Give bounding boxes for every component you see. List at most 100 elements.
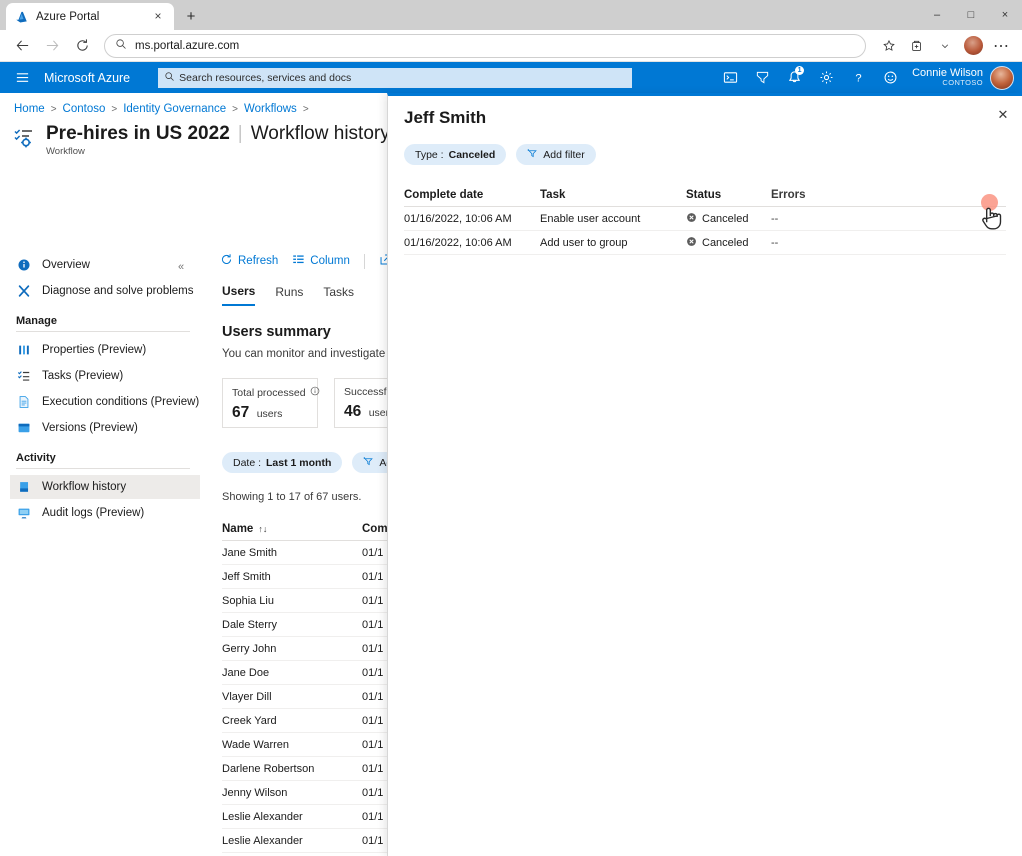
filter-add-icon: [363, 456, 374, 470]
column-header-status[interactable]: Status: [686, 189, 771, 201]
table-row[interactable]: 01/16/2022, 10:06 AMAdd user to groupCan…: [404, 231, 1006, 255]
sidebar-item-diagnose[interactable]: Diagnose and solve problems: [10, 279, 200, 303]
new-tab-button[interactable]: +: [178, 3, 204, 29]
azure-header: Microsoft Azure Search resources, servic…: [0, 62, 1022, 93]
card-unit: users: [257, 408, 283, 420]
panel-add-filter-button[interactable]: Add filter: [516, 144, 595, 165]
cell-complete-date: 01/16/2022, 10:06 AM: [404, 237, 540, 249]
breadcrumb-separator: >: [232, 104, 238, 115]
cloud-shell-icon[interactable]: [714, 62, 746, 93]
sidebar-item-label: Execution conditions (Preview): [42, 396, 199, 408]
close-icon[interactable]: ✕: [994, 106, 1012, 124]
cell-errors: --: [771, 213, 851, 225]
breadcrumb-item-workflows[interactable]: Workflows: [244, 103, 297, 115]
settings-gear-icon[interactable]: [810, 62, 842, 93]
cell-name: Dale Sterry: [222, 619, 362, 631]
sidebar-item-tasks[interactable]: Tasks (Preview): [10, 364, 200, 388]
canceled-icon: [686, 212, 697, 226]
audit-monitor-icon: [16, 505, 32, 521]
sidebar-item-label: Properties (Preview): [42, 344, 146, 356]
breadcrumb-item-identity-governance[interactable]: Identity Governance: [123, 103, 226, 115]
cell-name: Vlayer Dill: [222, 691, 362, 703]
sidebar-item-execution-conditions[interactable]: Execution conditions (Preview): [10, 390, 200, 414]
versions-window-icon: [16, 420, 32, 436]
browser-tab-close-icon[interactable]: ×: [150, 9, 166, 25]
reload-icon[interactable]: [68, 33, 96, 59]
info-circle-icon[interactable]: [310, 386, 320, 399]
command-separator: [364, 254, 365, 269]
azure-brand[interactable]: Microsoft Azure: [44, 71, 130, 85]
cell-errors: --: [771, 237, 851, 249]
window-maximize-icon[interactable]: □: [954, 0, 988, 30]
filter-add-icon: [527, 148, 538, 162]
address-bar-value: ms.portal.azure.com: [135, 40, 239, 52]
tab-tasks[interactable]: Tasks: [323, 285, 354, 305]
address-bar[interactable]: ms.portal.azure.com: [104, 34, 866, 58]
column-header-errors[interactable]: Errors: [771, 189, 851, 201]
table-row[interactable]: 01/16/2022, 10:06 AMEnable user accountC…: [404, 207, 1006, 231]
cell-name: Jane Smith: [222, 547, 362, 559]
sidebar-item-label: Workflow history: [42, 481, 126, 493]
window-close-icon[interactable]: ×: [988, 0, 1022, 30]
page-subtitle-main: Workflow history: [251, 123, 390, 145]
sidebar-divider: [16, 468, 190, 469]
sidebar-item-overview[interactable]: Overview: [10, 253, 200, 277]
cell-name: Creek Yard: [222, 715, 362, 727]
sidebar-item-versions[interactable]: Versions (Preview): [10, 416, 200, 440]
azure-search-input[interactable]: Search resources, services and docs: [158, 68, 632, 88]
cell-task: Enable user account: [540, 213, 686, 225]
cell-name: Gerry John: [222, 643, 362, 655]
breadcrumb-item-home[interactable]: Home: [14, 103, 45, 115]
filter-type-pill[interactable]: Type : Canceled: [404, 144, 506, 165]
sidebar-item-workflow-history[interactable]: Workflow history: [10, 475, 200, 499]
hamburger-icon[interactable]: [10, 66, 34, 90]
column-button[interactable]: Column: [292, 253, 350, 269]
back-icon[interactable]: [8, 33, 36, 59]
favorites-star-icon[interactable]: [876, 34, 902, 58]
user-menu[interactable]: Connie Wilson CONTOSO: [906, 62, 1022, 93]
column-header-complete-date[interactable]: Complete date: [404, 189, 540, 201]
chevron-down-icon[interactable]: [932, 34, 958, 58]
browser-profile-avatar[interactable]: [960, 34, 986, 58]
sort-icon[interactable]: ↑↓: [258, 524, 267, 534]
sidebar-item-label: Versions (Preview): [42, 422, 138, 434]
sidebar-item-label: Overview: [42, 259, 90, 271]
filter-prefix: Date :: [233, 457, 261, 469]
column-header-name[interactable]: Name ↑↓: [222, 523, 362, 535]
breadcrumb-item-contoso[interactable]: Contoso: [63, 103, 106, 115]
sidebar-collapse-button[interactable]: «: [178, 261, 184, 273]
notifications-badge: 1: [795, 66, 804, 75]
refresh-button[interactable]: Refresh: [220, 253, 278, 269]
feedback-smiley-icon[interactable]: [874, 62, 906, 93]
panel-title: Jeff Smith: [388, 96, 1022, 128]
tab-users[interactable]: Users: [222, 284, 255, 306]
refresh-label: Refresh: [238, 255, 278, 267]
column-label: Column: [310, 255, 350, 267]
sidebar-item-properties[interactable]: Properties (Preview): [10, 338, 200, 362]
browser-more-icon[interactable]: ⋯: [988, 34, 1014, 58]
panel-table-header-row: Complete date Task Status Errors: [404, 183, 1006, 207]
sidebar-item-audit-logs[interactable]: Audit logs (Preview): [10, 501, 200, 525]
help-question-icon[interactable]: ?: [842, 62, 874, 93]
tab-runs[interactable]: Runs: [275, 285, 303, 305]
azure-logo-icon: [14, 9, 29, 24]
card-value: 46: [344, 403, 361, 420]
column-header-label: Name: [222, 523, 253, 535]
user-detail-panel: Jeff Smith ✕ Type : Canceled Add filter …: [387, 93, 1022, 856]
properties-bars-icon: [16, 342, 32, 358]
column-header-task[interactable]: Task: [540, 189, 686, 201]
window-minimize-icon[interactable]: –: [920, 0, 954, 30]
browser-tab[interactable]: Azure Portal ×: [6, 3, 174, 30]
cell-name: Sophia Liu: [222, 595, 362, 607]
browser-tab-title: Azure Portal: [36, 11, 143, 23]
filter-date-pill[interactable]: Date : Last 1 month: [222, 452, 342, 473]
status-badge: Canceled: [686, 236, 771, 250]
directories-filter-icon[interactable]: [746, 62, 778, 93]
panel-task-table: Complete date Task Status Errors 01/16/2…: [388, 165, 1022, 255]
forward-icon: [38, 33, 66, 59]
page-title: Pre-hires in US 2022: [46, 123, 230, 145]
collections-icon[interactable]: [904, 34, 930, 58]
history-book-icon: [16, 479, 32, 495]
user-org: CONTOSO: [912, 79, 983, 87]
notifications-bell-icon[interactable]: 1: [778, 62, 810, 93]
